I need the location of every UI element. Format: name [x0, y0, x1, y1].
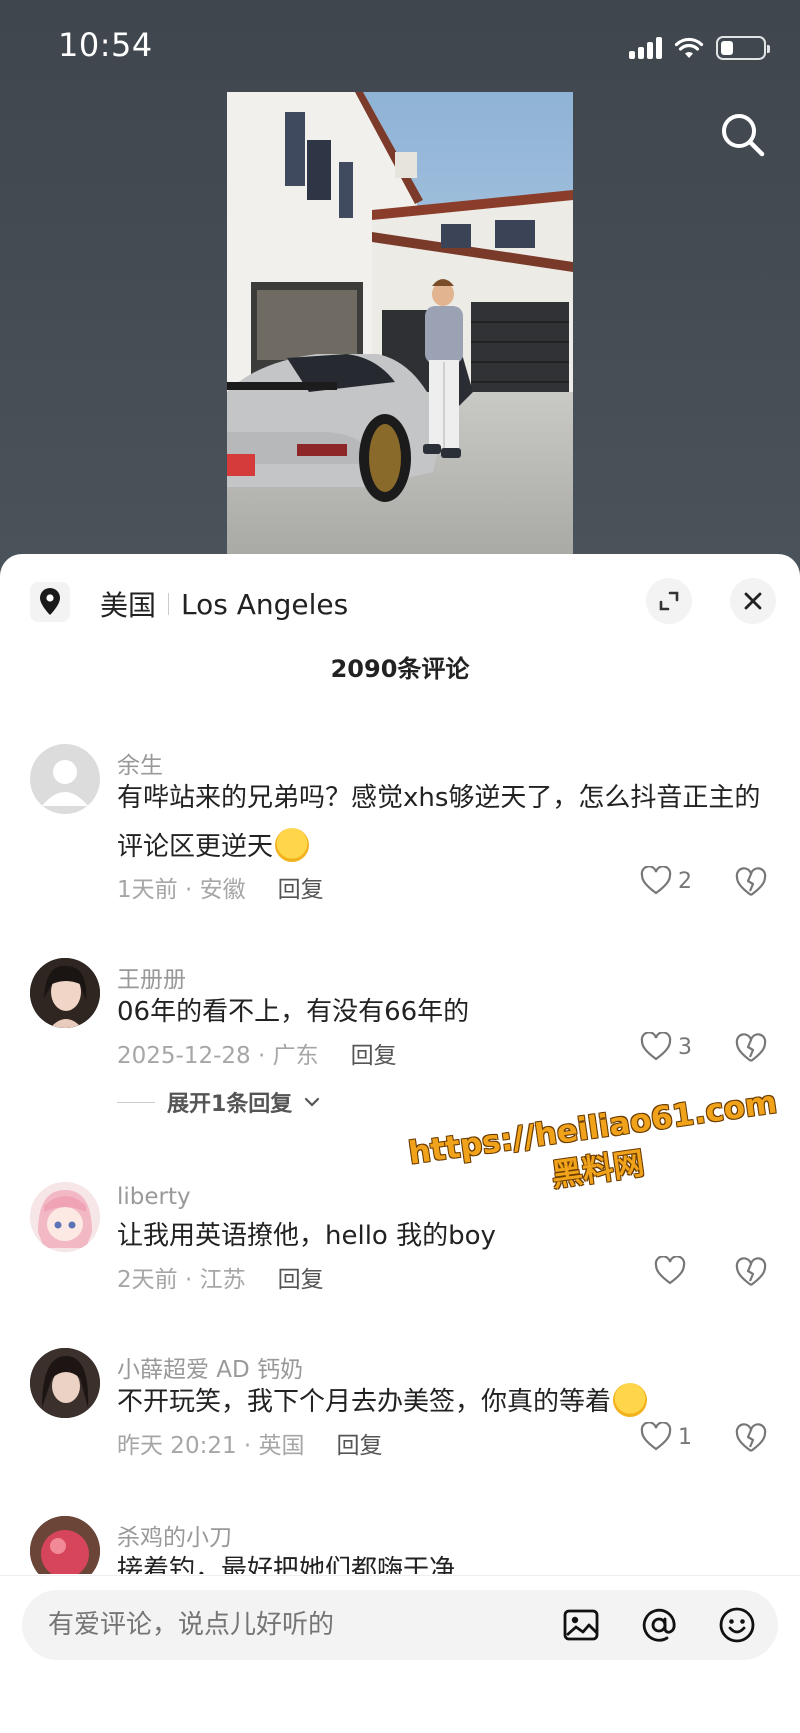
sheet-header: 美国 Los Angeles: [0, 554, 800, 638]
user-avatar-image: [30, 1348, 100, 1418]
location-city: Los Angeles: [181, 587, 349, 621]
broken-heart-icon: [735, 1257, 767, 1286]
expand-replies-button[interactable]: 展开1条回复: [117, 1086, 320, 1118]
avatar[interactable]: [30, 1348, 100, 1418]
status-time: 10:54: [58, 26, 153, 64]
dislike-button[interactable]: [734, 867, 768, 899]
dislike-button[interactable]: [734, 1033, 768, 1065]
comment-meta: 1天前 · 安徽 回复: [117, 870, 324, 904]
reply-button[interactable]: 回复: [278, 870, 324, 904]
comment-time-location: 2天前 · 江苏: [117, 1267, 246, 1293]
comment-meta: 2天前 · 江苏 回复: [117, 1260, 324, 1294]
emoji-icon: [719, 1607, 755, 1643]
expand-replies-label: 展开1条回复: [167, 1092, 293, 1117]
like-count: 1: [678, 1424, 692, 1450]
location-country: 美国: [100, 589, 157, 622]
comment-time-location: 昨天 20:21 · 英国: [117, 1433, 305, 1459]
comment-text-body: 有哔站来的兄弟吗？感觉xhs够逆天了，怎么抖音正主的评论区更逆天: [117, 783, 761, 862]
heart-icon: [640, 866, 672, 895]
broken-heart-icon: [735, 1033, 767, 1062]
search-button[interactable]: [718, 110, 768, 160]
like-count: 2: [678, 868, 692, 894]
like-button[interactable]: 3: [640, 1032, 692, 1062]
at-icon: [642, 1608, 676, 1642]
wifi-icon: [674, 37, 704, 58]
location-separator: [168, 593, 170, 615]
search-icon: [722, 114, 765, 157]
like-button[interactable]: [654, 1256, 692, 1286]
comment-text: 让我用英语撩他，hello 我的boy: [117, 1221, 496, 1251]
location-pin-glyph: [40, 588, 60, 615]
comment-input-bar: [0, 1575, 800, 1733]
status-icons: [629, 34, 770, 62]
expand-button[interactable]: [646, 578, 692, 624]
close-icon: [744, 592, 762, 610]
comment-text: 06年的看不上，有没有66年的: [117, 997, 470, 1027]
reply-button[interactable]: 回复: [278, 1260, 324, 1294]
expand-replies-line: [117, 1101, 155, 1103]
avatar[interactable]: [30, 744, 100, 814]
emoji-button[interactable]: [718, 1606, 756, 1644]
close-button[interactable]: [730, 578, 776, 624]
comment-count: 2090条评论: [330, 655, 470, 683]
comment-author[interactable]: liberty: [117, 1184, 191, 1210]
status-bar: 10:54: [0, 0, 800, 96]
heart-icon: [640, 1422, 672, 1451]
laughing-crying-emoji-icon: [275, 828, 310, 862]
reply-button[interactable]: 回复: [351, 1036, 397, 1070]
image-button[interactable]: [562, 1606, 600, 1644]
broken-heart-icon: [735, 1423, 767, 1452]
signal-icon: [629, 37, 662, 59]
location-pin-icon[interactable]: [30, 582, 70, 622]
heart-icon: [654, 1256, 686, 1285]
comment-meta: 2025-12-28 · 广东 回复: [117, 1036, 397, 1070]
comment-text: 接着钓，最好把她们都嗨干净: [117, 1555, 456, 1574]
dislike-button[interactable]: [734, 1257, 768, 1289]
post-photo-image: [227, 92, 573, 554]
location-label[interactable]: 美国 Los Angeles: [100, 584, 348, 624]
image-icon: [563, 1609, 599, 1641]
comment-time-location: 1天前 · 安徽: [117, 877, 246, 903]
comment-text: 有哔站来的兄弟吗？感觉xhs够逆天了，怎么抖音正主的评论区更逆天: [117, 774, 767, 872]
default-avatar-icon: [42, 760, 88, 806]
broken-heart-icon: [735, 867, 767, 896]
comment-text-body: 不开玩笑，我下个月去办美签，你真的等着: [117, 1387, 612, 1417]
avatar[interactable]: [30, 1516, 100, 1574]
heart-icon: [640, 1032, 672, 1061]
tongue-out-emoji-icon: [613, 1383, 648, 1417]
dislike-button[interactable]: [734, 1423, 768, 1455]
like-button[interactable]: 2: [640, 866, 692, 896]
comment-time-location: 2025-12-28 · 广东: [117, 1043, 319, 1069]
expand-icon: [659, 591, 679, 611]
screen: 10:54 美国 Los Angeles 2090条评论 余生 有哔站来的兄弟吗…: [0, 0, 800, 1733]
avatar[interactable]: [30, 958, 100, 1028]
user-avatar-image: [30, 958, 100, 1028]
comment-text: 不开玩笑，我下个月去办美签，你真的等着: [117, 1378, 767, 1427]
input-actions: [562, 1606, 756, 1644]
like-button[interactable]: 1: [640, 1422, 692, 1452]
user-avatar-image: [30, 1182, 100, 1252]
post-photo[interactable]: [227, 92, 573, 554]
user-avatar-image: [30, 1516, 100, 1574]
like-count: 3: [678, 1034, 692, 1060]
comment-meta: 昨天 20:21 · 英国 回复: [117, 1426, 383, 1460]
avatar[interactable]: [30, 1182, 100, 1252]
reply-button[interactable]: 回复: [337, 1426, 383, 1460]
comment-input[interactable]: [48, 1610, 468, 1640]
comment-input-container[interactable]: [22, 1590, 778, 1660]
battery-icon: [716, 36, 770, 60]
mention-button[interactable]: [640, 1606, 678, 1644]
chevron-down-icon: [305, 1097, 320, 1107]
